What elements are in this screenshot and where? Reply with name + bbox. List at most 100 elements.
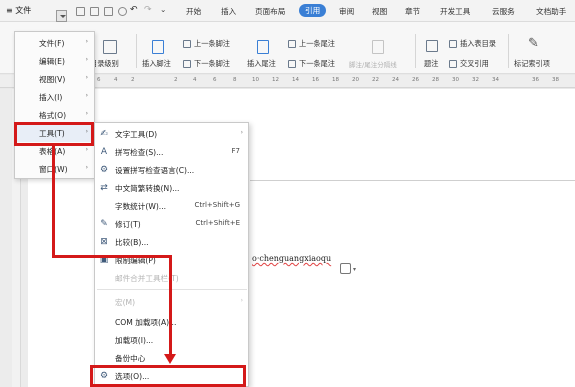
ruler-number: 20 — [352, 77, 359, 83]
ruler-number: 6 — [213, 77, 217, 83]
prev-endnote-button[interactable]: 上一条尾注 — [299, 39, 335, 49]
menu-item-view[interactable]: 视图(V) › — [15, 70, 94, 88]
tab-doc-assistant[interactable]: 文档助手 — [536, 6, 566, 17]
prev-footnote-button[interactable]: 上一条脚注 — [194, 39, 230, 49]
menu-item-label: 插入(I) — [39, 93, 63, 102]
ruler-number: 28 — [432, 77, 439, 83]
next-endnote-button[interactable]: 下一条尾注 — [299, 59, 335, 69]
menu-item-revision[interactable]: ✎ 修订(T) Ctrl+Shift+E — [95, 215, 248, 233]
menu-item-shortcut: F7 — [231, 147, 240, 155]
submenu-arrow-icon: › — [240, 297, 243, 304]
file-menu-button[interactable]: ≡ 文件 — [6, 5, 31, 16]
menu-item-insert[interactable]: 插入(I) › — [15, 88, 94, 106]
cross-reference-button[interactable]: 交叉引用 — [460, 59, 489, 69]
menu-item-label: 修订(T) — [115, 220, 141, 229]
insert-endnote-icon — [257, 40, 269, 54]
menu-item-label: 格式(O) — [39, 111, 67, 120]
menu-item-word-count[interactable]: 字数统计(W)... Ctrl+Shift+G — [95, 197, 248, 215]
prev-endnote-icon — [288, 40, 296, 48]
document-text[interactable]: o·chenguangxiaoqu — [252, 254, 331, 263]
submenu-arrow-icon: › — [85, 56, 88, 63]
ruler-number: 36 — [532, 77, 539, 83]
ruler-number: 34 — [492, 77, 499, 83]
menu-item-file[interactable]: 文件(F) › — [15, 34, 94, 52]
insert-endnote-button[interactable]: 插入尾注 — [247, 59, 276, 69]
mark-index-entry-button[interactable]: 标记索引项 — [514, 59, 550, 69]
caption-button[interactable]: 题注 — [424, 59, 438, 69]
menu-item-text-tools[interactable]: ✍ 文字工具(D) › — [95, 125, 248, 143]
menu-item-compare[interactable]: ⊠ 比较(B)... — [95, 233, 248, 251]
menu-item-label: 设置拼写检查语言(C)... — [115, 166, 195, 175]
menu-item-label: 视图(V) — [39, 75, 66, 84]
menu-item-label: 拼写检查(S)... — [115, 148, 164, 157]
page-header-line — [250, 180, 575, 181]
menu-item-spell-language[interactable]: ⚙ 设置拼写检查语言(C)... — [95, 161, 248, 179]
menu-item-label: 字数统计(W)... — [115, 202, 167, 211]
redo-icon[interactable]: ↷ — [144, 5, 152, 15]
tab-review[interactable]: 审阅 — [339, 6, 354, 17]
tab-developer[interactable]: 开发工具 — [440, 6, 470, 17]
paste-options-dropdown-icon[interactable]: ▾ — [353, 266, 356, 273]
text-tool-icon: ✍ — [100, 129, 108, 139]
print-preview-icon[interactable] — [104, 7, 113, 16]
ruler-number: 6 — [97, 77, 101, 83]
menu-item-edit[interactable]: 编辑(E) › — [15, 52, 94, 70]
tab-section[interactable]: 章节 — [405, 6, 420, 17]
revision-icon: ✎ — [100, 219, 108, 229]
ruler-number: 2 — [174, 77, 178, 83]
insert-table-of-figures-button[interactable]: 插入表目录 — [460, 39, 496, 49]
insert-footnote-icon — [152, 40, 164, 54]
ruler-number: 26 — [412, 77, 419, 83]
menu-item-label: 宏(M) — [115, 298, 136, 307]
footnote-separator-button[interactable]: 脚注/尾注分隔线 — [349, 59, 397, 69]
menu-item-label: 备份中心 — [115, 354, 146, 363]
submenu-arrow-icon: › — [85, 164, 88, 171]
export-icon[interactable] — [118, 7, 127, 16]
toc-level-icon — [103, 40, 117, 54]
ruler-number: 24 — [392, 77, 399, 83]
ruler-number: 12 — [272, 77, 279, 83]
ruler-number: 38 — [552, 77, 559, 83]
tab-home[interactable]: 开始 — [186, 6, 201, 17]
menu-item-label: 中文简繁转换(N)... — [115, 184, 180, 193]
menu-item-label: 文字工具(D) — [115, 130, 158, 139]
menu-item-chinese-convert[interactable]: ⇄ 中文简繁转换(N)... — [95, 179, 248, 197]
mark-index-entry-icon: ✎ — [528, 36, 539, 51]
tab-view[interactable]: 视图 — [372, 6, 387, 17]
print-icon[interactable] — [90, 7, 99, 16]
menu-item-spell-check[interactable]: A 拼写检查(S)... F7 — [95, 143, 248, 161]
ribbon-divider — [136, 34, 137, 68]
ruler-number: 18 — [332, 77, 339, 83]
ribbon-divider — [508, 34, 509, 68]
save-icon[interactable] — [76, 7, 85, 16]
quick-access-more-icon[interactable]: ⌄ — [160, 5, 166, 14]
prev-footnote-icon — [183, 40, 191, 48]
caption-icon — [426, 40, 438, 52]
file-dropdown-toggle[interactable] — [56, 10, 67, 22]
cross-reference-icon — [449, 60, 457, 68]
tab-cloud-service[interactable]: 云服务 — [492, 6, 515, 17]
annotation-line — [169, 255, 172, 355]
tab-page-layout[interactable]: 页面布局 — [255, 6, 285, 17]
insert-footnote-button[interactable]: 插入脚注 — [142, 59, 171, 69]
ruler-number: 16 — [312, 77, 319, 83]
menu-item-label: 加载项(I)... — [115, 336, 154, 345]
compare-icon: ⊠ — [100, 237, 108, 247]
menu-item-shortcut: Ctrl+Shift+E — [195, 219, 240, 227]
annotation-arrow-icon — [164, 354, 176, 364]
ruler-number: 2 — [131, 77, 135, 83]
next-footnote-icon — [183, 60, 191, 68]
spell-check-icon: A — [100, 147, 108, 157]
undo-icon[interactable]: ↶ — [130, 5, 138, 15]
paste-options-icon[interactable] — [340, 263, 351, 274]
tab-insert[interactable]: 插入 — [221, 6, 236, 17]
menu-separator — [97, 289, 247, 290]
ruler-number: 8 — [233, 77, 237, 83]
highlight-tools-menu-item — [14, 122, 94, 146]
ruler-number: 4 — [193, 77, 197, 83]
ruler-number: 32 — [472, 77, 479, 83]
ruler-number: 4 — [114, 77, 118, 83]
next-endnote-icon — [288, 60, 296, 68]
tab-references[interactable]: 引用 — [299, 4, 327, 17]
next-footnote-button[interactable]: 下一条脚注 — [194, 59, 230, 69]
